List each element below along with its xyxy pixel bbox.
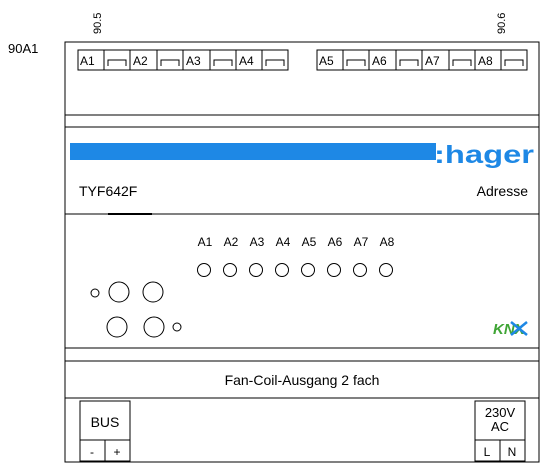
led-row xyxy=(197,263,393,277)
led-a1 xyxy=(197,263,211,277)
terminal-block-2: A5 A6 A7 A8 xyxy=(316,49,528,71)
led-label-a7: A7 xyxy=(354,235,369,249)
led-label-a6: A6 xyxy=(328,235,343,249)
led-labels: A1 A2 A3 A4 A5 A6 A7 A8 xyxy=(198,235,395,249)
terminal-a7: A7 xyxy=(425,54,440,68)
bus-terminal: BUS - + xyxy=(79,400,131,462)
terminal-a6: A6 xyxy=(372,54,387,68)
bus-plus: + xyxy=(113,445,120,459)
led-label-a2: A2 xyxy=(224,235,239,249)
terminal-a1: A1 xyxy=(80,54,95,68)
led-label-a3: A3 xyxy=(250,235,265,249)
power-n: N xyxy=(508,445,517,459)
group-code-1: 90.5 xyxy=(92,13,104,34)
device-description: Fan-Coil-Ausgang 2 fach xyxy=(225,372,380,388)
power-voltage: 230V xyxy=(485,405,516,420)
power-l: L xyxy=(484,445,491,459)
contact-icon xyxy=(504,59,524,66)
model-number: TYF642F xyxy=(79,183,137,199)
led-a5 xyxy=(301,263,315,277)
power-terminal: 230V AC L N xyxy=(474,400,526,462)
led-a4 xyxy=(275,263,289,277)
bus-label: BUS xyxy=(91,414,120,430)
led-label-a1: A1 xyxy=(198,235,213,249)
terminal-a3: A3 xyxy=(186,54,201,68)
terminal-a8: A8 xyxy=(478,54,493,68)
led-label-a4: A4 xyxy=(276,235,291,249)
housing xyxy=(64,41,540,463)
control-buttons xyxy=(90,281,182,338)
indicator-led xyxy=(172,322,182,332)
terminal-a2: A2 xyxy=(133,54,148,68)
led-a3 xyxy=(249,263,263,277)
contact-icon xyxy=(399,59,419,66)
terminal-a4: A4 xyxy=(239,54,254,68)
led-a2 xyxy=(223,263,237,277)
terminal-block-1: A1 A2 A3 A4 xyxy=(77,49,289,71)
push-button xyxy=(108,281,130,303)
contact-icon xyxy=(265,59,285,66)
led-label-a8: A8 xyxy=(380,235,395,249)
contact-icon xyxy=(107,59,127,66)
device-diagram: 90A1 90.5 90.6 A1 A2 A3 A4 A5 A6 A7 A8:… xyxy=(8,13,540,463)
led-label-a5: A5 xyxy=(302,235,317,249)
knx-logo: KNX xyxy=(493,321,528,338)
push-button xyxy=(142,281,164,303)
contact-icon xyxy=(213,59,233,66)
contact-icon xyxy=(160,59,180,66)
push-button xyxy=(143,316,165,338)
group-code-2: 90.6 xyxy=(496,13,508,34)
contact-icon xyxy=(346,59,366,66)
contact-icon xyxy=(452,59,472,66)
led-a8 xyxy=(379,263,393,277)
terminal-a5: A5 xyxy=(319,54,334,68)
push-button xyxy=(106,316,128,338)
led-a7 xyxy=(353,263,367,277)
indicator-led xyxy=(90,288,100,298)
brand-bar xyxy=(70,143,436,160)
led-a6 xyxy=(327,263,341,277)
power-type: AC xyxy=(491,419,509,434)
bus-minus: - xyxy=(90,445,94,459)
hager-logo: :hager xyxy=(434,141,534,169)
device-label: 90A1 xyxy=(8,41,38,56)
address-label: Adresse xyxy=(477,183,529,199)
